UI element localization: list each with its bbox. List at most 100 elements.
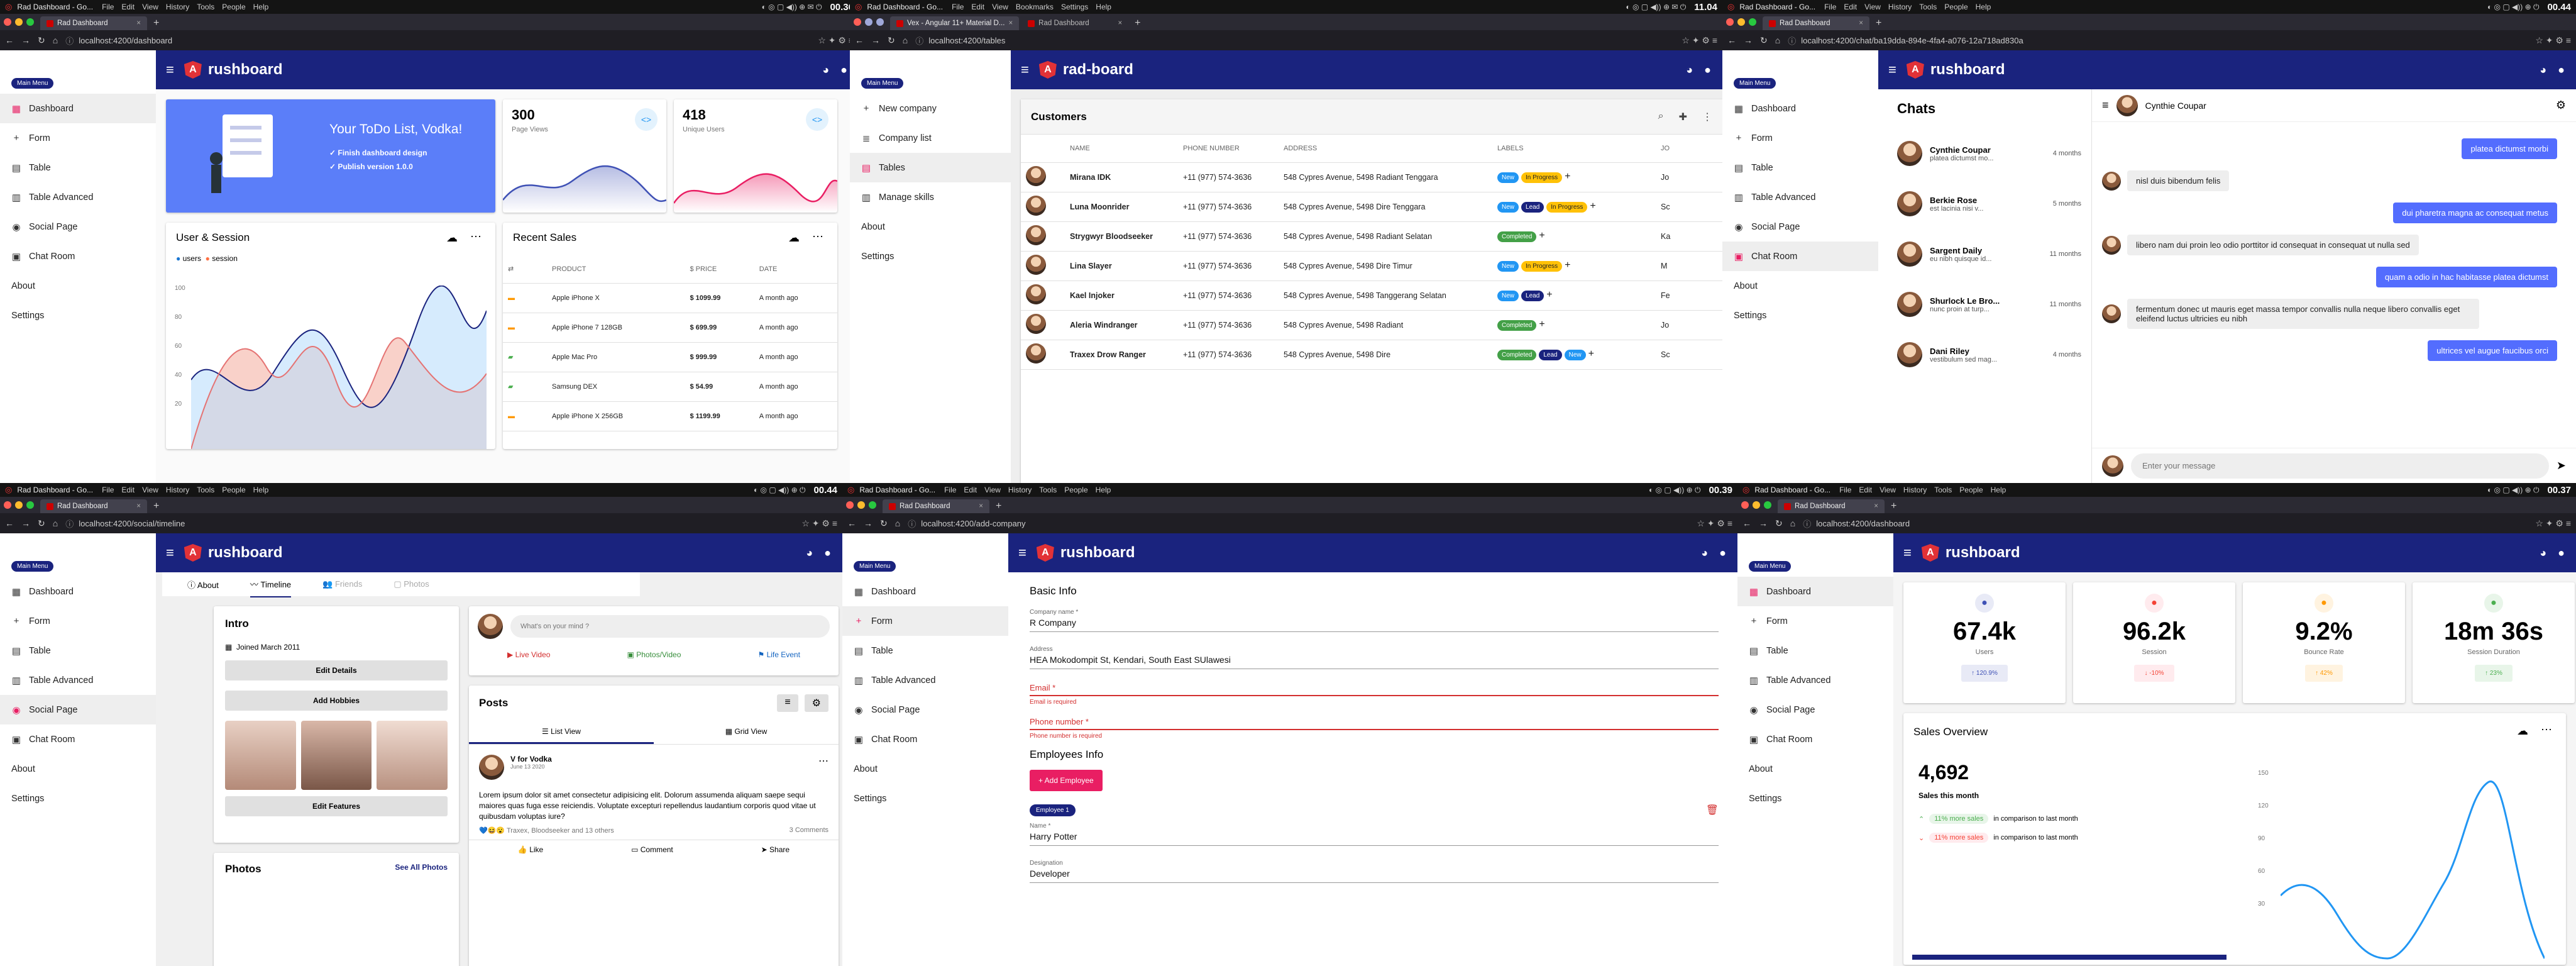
tab-timeline[interactable]: 〰 Timeline <box>250 572 292 597</box>
forward-icon[interactable]: → <box>21 35 30 45</box>
add-person-icon[interactable]: ✚ <box>1679 111 1687 123</box>
table-row[interactable]: ▬ Apple iPhone X 256GB $ 1199.99 A month ag… <box>503 401 837 431</box>
menu-file[interactable]: File <box>1839 486 1851 494</box>
palette-icon[interactable]: ◕ <box>2540 64 2546 77</box>
sidebar-item-chat[interactable]: ▣ Chat Room <box>842 724 1008 754</box>
close-tab-icon[interactable]: × <box>136 502 141 510</box>
edit-details-button[interactable]: Edit Details <box>225 660 448 680</box>
sidebar-item-tables[interactable]: ▤ Tables <box>850 153 1011 182</box>
close-tab-icon[interactable]: × <box>979 502 983 510</box>
browser-tab[interactable]: Vex - Angular 11+ Material D... × <box>890 16 1020 30</box>
menu-edit[interactable]: Edit <box>121 3 135 11</box>
browser-actions[interactable]: ☆ ✦ ⚙ ≡ <box>818 35 854 46</box>
home-icon[interactable]: ⌂ <box>53 518 58 528</box>
company-field[interactable]: Company name * R Company <box>1030 609 1719 632</box>
browser-tab[interactable]: Rad Dashboard × <box>1778 499 1885 513</box>
sidebar-item-about[interactable]: About <box>850 212 1011 242</box>
menu-tools[interactable]: Tools <box>1934 486 1952 494</box>
sidebar-item-form[interactable]: + Form <box>0 606 156 636</box>
back-icon[interactable]: ← <box>5 518 14 528</box>
address-bar[interactable]: ⓘ localhost:4200/dashboard <box>65 34 811 47</box>
tab-about[interactable]: ⓘ About <box>187 579 219 591</box>
comments-count[interactable]: 3 Comments <box>790 826 828 835</box>
browser-actions[interactable]: ☆ ✦ ⚙ ≡ <box>1697 518 1732 529</box>
menu-settings[interactable]: Settings <box>1061 3 1088 11</box>
close-window-button[interactable] <box>4 501 11 509</box>
sidebar-item-dashboard[interactable]: ▦ Dashboard <box>842 577 1008 606</box>
sidebar-item-settings[interactable]: Settings <box>850 242 1011 271</box>
menu-history[interactable]: History <box>166 486 189 494</box>
menu-help[interactable]: Help <box>1991 486 2006 494</box>
chat-list-item[interactable]: Berkie Rose est lacinia nisi v... 5 month… <box>1878 179 2091 229</box>
palette-icon[interactable]: ◕ <box>1686 64 1693 77</box>
sidebar-item-about[interactable]: About <box>1722 271 1878 301</box>
chat-list-item[interactable]: Cynthie Coupar platea dictumst mo... 4 mo… <box>1878 128 2091 179</box>
home-icon[interactable]: ⌂ <box>895 518 900 528</box>
menu-icon[interactable]: ≡ <box>1021 62 1029 78</box>
close-window-button[interactable] <box>854 18 861 26</box>
address-field[interactable]: Address HEA Mokodompit St, Kendari, South… <box>1030 646 1719 669</box>
browser-tab[interactable]: Rad Dashboard × <box>40 499 147 513</box>
add-label-icon[interactable]: + <box>1590 201 1595 211</box>
sidebar-item-table[interactable]: ▤ Table <box>1722 153 1878 182</box>
account-icon[interactable]: ● <box>1704 64 1711 77</box>
cloud-download-icon[interactable]: ☁ <box>446 231 458 245</box>
reload-icon[interactable]: ↻ <box>880 518 888 529</box>
palette-icon[interactable]: ◕ <box>1701 547 1708 560</box>
sidebar-item-form[interactable]: + Form <box>1722 123 1878 153</box>
sidebar-item-manage-skills[interactable]: ▥ Manage skills <box>850 182 1011 212</box>
gear-icon[interactable]: ⚙ <box>2556 99 2566 112</box>
sidebar-item-table[interactable]: ▤ Table <box>842 636 1008 665</box>
close-tab-icon[interactable]: × <box>136 19 141 27</box>
table-row[interactable]: ▰ Samsung DEX $ 54.99 A month ago <box>503 372 837 402</box>
address-bar[interactable]: ⓘ localhost:4200/social/timeline <box>65 517 795 530</box>
sidebar-item-table-advanced[interactable]: ▥ Table Advanced <box>1737 665 1893 695</box>
table-row[interactable]: Luna Moonrider +11 (977) 574-3636 548 Cy… <box>1021 192 1722 222</box>
chat-list-item[interactable]: Dani Riley vestibulum sed mag... 4 months <box>1878 330 2091 380</box>
employee-name-field[interactable]: Name * Harry Potter <box>1030 823 1719 846</box>
mind-input[interactable] <box>510 615 830 638</box>
more-icon[interactable]: ⋯ <box>470 230 482 243</box>
sidebar-item-table[interactable]: ▤ Table <box>1737 636 1893 665</box>
sidebar-item-form[interactable]: + Form <box>842 606 1008 636</box>
table-row[interactable]: Strygwyr Bloodseeker +11 (977) 574-3636 … <box>1021 221 1722 252</box>
gear-icon[interactable]: ⚙ <box>804 694 828 712</box>
browser-actions[interactable]: ☆ ✦ ⚙ ≡ <box>1682 35 1717 46</box>
sidebar-item-dashboard[interactable]: ▦ Dashboard <box>1722 94 1878 123</box>
add-employee-button[interactable]: + Add Employee <box>1030 770 1103 791</box>
table-row[interactable]: Aleria Windranger +11 (977) 574-3636 548… <box>1021 310 1722 340</box>
menu-history[interactable]: History <box>166 3 189 11</box>
menu-edit[interactable]: Edit <box>1859 486 1872 494</box>
menu-history[interactable]: History <box>1888 3 1912 11</box>
new-tab-button[interactable]: + <box>1131 16 1144 30</box>
menu-icon[interactable]: ≡ <box>166 545 174 561</box>
edit-features-button[interactable]: Edit Features <box>225 796 448 816</box>
maximize-window-button[interactable] <box>26 18 34 26</box>
close-tab-icon[interactable]: × <box>1874 502 1878 510</box>
sidebar-item-settings[interactable]: Settings <box>1722 301 1878 330</box>
table-row[interactable]: Traxex Drow Ranger +11 (977) 574-3636 54… <box>1021 340 1722 370</box>
menu-icon[interactable]: ≡ <box>1018 545 1027 561</box>
menu-icon[interactable]: ≡ <box>166 62 174 78</box>
table-row[interactable]: ▰ Apple Mac Pro $ 999.99 A month ago <box>503 342 837 372</box>
maximize-window-button[interactable] <box>26 501 34 509</box>
minimize-window-button[interactable] <box>865 18 872 26</box>
life-event-button[interactable]: ⚑ Life Event <box>757 650 800 659</box>
more-icon[interactable]: ⋯ <box>2541 723 2552 736</box>
tray-icons[interactable]: ◐ ◎ ▢ ◀)) ⊕ ✉ ⏻ <box>762 3 822 12</box>
menu-people[interactable]: People <box>1064 486 1087 494</box>
minimize-window-button[interactable] <box>15 501 23 509</box>
sidebar-item-dashboard[interactable]: ▦ Dashboard <box>1737 577 1893 606</box>
account-icon[interactable]: ● <box>2558 547 2565 560</box>
maximize-window-button[interactable] <box>1764 501 1771 509</box>
tray-icons[interactable]: ◐ ◎ ▢ ◀)) ⊕ ⏻ <box>2487 486 2540 495</box>
sidebar-item-chat[interactable]: ▣ Chat Room <box>1737 724 1893 754</box>
menu-tools[interactable]: Tools <box>1919 3 1937 11</box>
tray-icons[interactable]: ◐ ◎ ▢ ◀)) ⊕ ✉ ⏻ <box>1626 3 1686 12</box>
more-icon[interactable]: ⋯ <box>818 755 828 780</box>
sidebar-item-social[interactable]: ◉ Social Page <box>1737 695 1893 724</box>
home-icon[interactable]: ⌂ <box>1775 35 1780 45</box>
sidebar-item-settings[interactable]: Settings <box>0 301 156 330</box>
sidebar-item-table-advanced[interactable]: ▥ Table Advanced <box>0 182 156 212</box>
sidebar-item-table[interactable]: ▤ Table <box>0 636 156 665</box>
